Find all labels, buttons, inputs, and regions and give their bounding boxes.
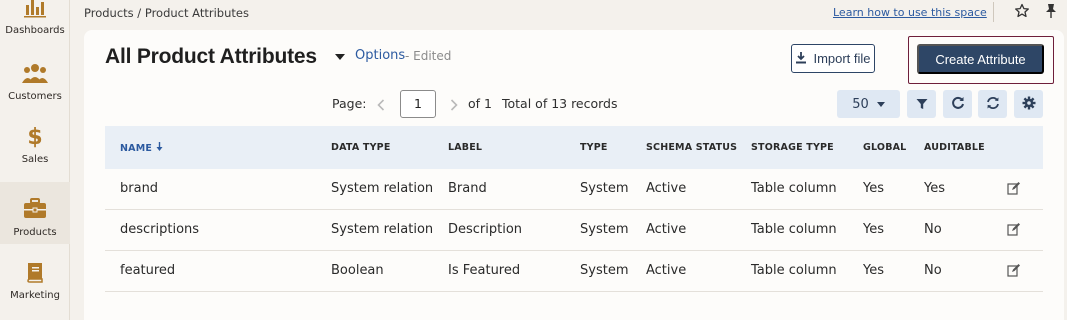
bar-chart-icon xyxy=(22,0,48,19)
per-page-value: 50 xyxy=(852,96,869,112)
main-card: All Product Attributes Options - Edited … xyxy=(84,30,1064,320)
sidebar-item-label: Products xyxy=(13,227,57,238)
cell-type: System xyxy=(580,263,629,278)
column-header-global[interactable]: GLOBAL xyxy=(863,142,906,153)
cell-name: featured xyxy=(120,263,176,278)
svg-text:$: $ xyxy=(27,125,42,148)
table-header: NAME DATA TYPE LABEL TYPE SCHEMA STATUS … xyxy=(105,126,1043,169)
cell-storage-type: Table column xyxy=(751,181,837,196)
cell-global: Yes xyxy=(863,222,884,237)
sidebar: Dashboards Customers $ Sales Products Ma… xyxy=(0,0,70,320)
dollar-icon: $ xyxy=(22,124,48,148)
page-number-input[interactable]: 1 xyxy=(400,90,436,118)
breadcrumb: Products / Product Attributes xyxy=(84,6,249,20)
import-file-button[interactable]: Import file xyxy=(791,44,875,73)
cell-global: Yes xyxy=(863,263,884,278)
edit-icon[interactable] xyxy=(1007,180,1021,195)
edited-indicator: - Edited xyxy=(405,49,452,63)
filter-button[interactable] xyxy=(907,90,936,118)
column-header-data-type[interactable]: DATA TYPE xyxy=(331,142,391,153)
sync-button[interactable] xyxy=(978,90,1007,118)
cell-auditable: No xyxy=(924,263,942,278)
book-icon xyxy=(22,260,48,284)
attributes-table: NAME DATA TYPE LABEL TYPE SCHEMA STATUS … xyxy=(105,126,1043,292)
page-label: Page: xyxy=(332,96,367,111)
cell-data-type: System relation xyxy=(331,181,434,196)
column-header-label[interactable]: LABEL xyxy=(448,142,482,153)
page-title: All Product Attributes xyxy=(105,45,317,68)
table-row[interactable]: descriptions System relation Description… xyxy=(105,210,1043,251)
settings-button[interactable] xyxy=(1014,90,1043,118)
star-icon[interactable] xyxy=(1014,3,1030,19)
sidebar-item-dashboards[interactable]: Dashboards xyxy=(0,0,70,42)
download-icon xyxy=(795,51,807,67)
learn-link[interactable]: Learn how to use this space xyxy=(833,6,987,19)
sidebar-item-products[interactable]: Products xyxy=(0,182,70,244)
cell-data-type: System relation xyxy=(331,222,434,237)
sidebar-item-label: Dashboards xyxy=(5,25,65,36)
title-dropdown-caret-icon[interactable] xyxy=(335,54,345,60)
table-row[interactable]: featured Boolean Is Featured System Acti… xyxy=(105,251,1043,292)
per-page-select[interactable]: 50 xyxy=(837,90,900,118)
column-header-type[interactable]: TYPE xyxy=(580,142,608,153)
gear-icon xyxy=(1022,95,1036,114)
sidebar-item-label: Marketing xyxy=(10,290,60,301)
import-file-label: Import file xyxy=(813,51,871,66)
pin-icon[interactable] xyxy=(1044,3,1058,19)
cell-storage-type: Table column xyxy=(751,263,837,278)
column-header-name[interactable]: NAME xyxy=(120,142,163,154)
sidebar-item-sales[interactable]: $ Sales xyxy=(0,109,70,171)
sort-down-icon xyxy=(156,142,163,154)
cell-schema-status: Active xyxy=(646,181,687,196)
cell-label: Brand xyxy=(448,181,487,196)
options-link[interactable]: Options xyxy=(355,48,405,63)
column-header-storage-type[interactable]: STORAGE TYPE xyxy=(751,142,834,153)
chevron-left-icon[interactable] xyxy=(376,97,386,111)
filter-icon xyxy=(916,95,928,114)
chevron-right-icon[interactable] xyxy=(449,97,459,111)
sync-icon xyxy=(986,95,1000,114)
cell-auditable: No xyxy=(924,222,942,237)
sidebar-item-marketing[interactable]: Marketing xyxy=(0,245,70,307)
cell-global: Yes xyxy=(863,181,884,196)
create-attribute-button[interactable]: Create Attribute xyxy=(917,44,1044,74)
cell-data-type: Boolean xyxy=(331,263,384,278)
cell-type: System xyxy=(580,181,629,196)
cell-name: brand xyxy=(120,181,159,196)
edit-icon[interactable] xyxy=(1007,221,1021,236)
column-header-auditable[interactable]: AUDITABLE xyxy=(924,142,985,153)
cell-auditable: Yes xyxy=(924,181,945,196)
edit-icon[interactable] xyxy=(1007,262,1021,277)
cell-label: Is Featured xyxy=(448,263,521,278)
users-icon xyxy=(22,61,48,85)
divider xyxy=(993,2,994,22)
sidebar-item-label: Sales xyxy=(21,154,49,165)
briefcase-icon xyxy=(22,197,48,221)
cell-schema-status: Active xyxy=(646,263,687,278)
rotate-icon xyxy=(951,95,965,114)
page-count: of 1 xyxy=(468,96,492,111)
cell-type: System xyxy=(580,222,629,237)
refresh-button[interactable] xyxy=(943,90,972,118)
total-records: Total of 13 records xyxy=(502,96,618,111)
chevron-down-icon xyxy=(876,101,885,107)
cell-schema-status: Active xyxy=(646,222,687,237)
sidebar-item-customers[interactable]: Customers xyxy=(0,46,70,108)
cell-storage-type: Table column xyxy=(751,222,837,237)
sidebar-item-label: Customers xyxy=(8,91,62,102)
column-header-schema-status[interactable]: SCHEMA STATUS xyxy=(646,142,737,153)
table-row[interactable]: brand System relation Brand System Activ… xyxy=(105,169,1043,210)
cell-label: Description xyxy=(448,222,523,237)
cell-name: descriptions xyxy=(120,222,200,237)
